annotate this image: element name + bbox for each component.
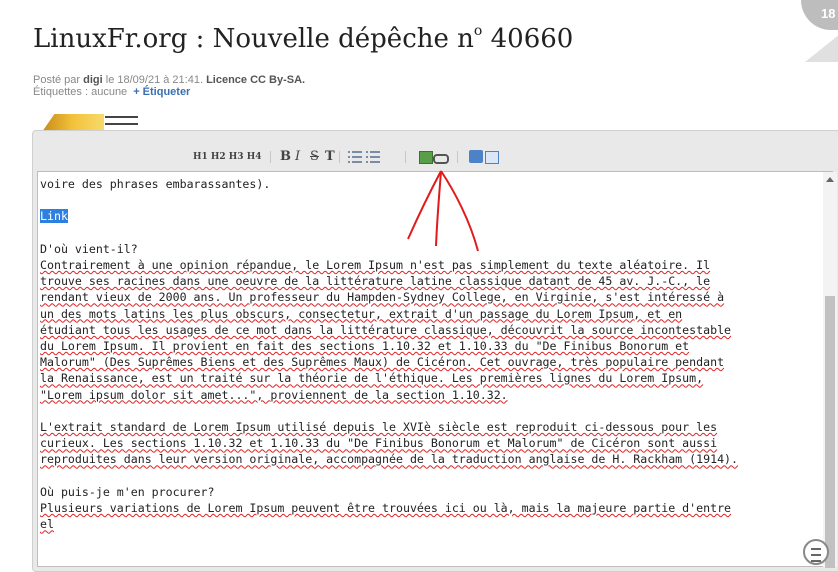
license-link[interactable]: Licence CC By-SA. (206, 74, 305, 86)
text-line: L'extrait standard de Lorem Ipsum utilis… (40, 420, 718, 435)
text-line: rendant vieux de 2000 ans. Un professeur… (40, 290, 725, 305)
text-line: Malorum" (Des Suprêmes Biens et des Supr… (40, 355, 725, 370)
text-line: reproduites dans leur version originale,… (40, 452, 739, 467)
numbered-list-icon[interactable] (366, 151, 380, 163)
content-textarea[interactable]: voire des phrases embarassantes). Link D… (37, 171, 833, 567)
editor-toolbar: H1 H2 H3 H4 B I S T (33, 149, 838, 165)
preview-icon[interactable] (485, 151, 499, 164)
scroll-up-arrow-icon[interactable] (826, 177, 834, 182)
headings-button[interactable]: H1 H2 H3 H4 (193, 149, 261, 165)
italic-button[interactable]: I (295, 149, 300, 165)
strikethrough-button[interactable]: S (310, 149, 319, 165)
selected-text: Link (40, 209, 68, 224)
toolbar-separator (457, 151, 458, 163)
page-title: LinuxFr.org : Nouvelle dépêche no 40660 (33, 23, 574, 54)
bullet-list-icon[interactable] (348, 151, 362, 163)
text-line: la Renaissance, est un traité sur la thé… (40, 371, 704, 386)
chat-icon[interactable] (803, 539, 829, 565)
add-tag-link[interactable]: + Étiqueter (133, 86, 190, 98)
comment-count-badge[interactable]: 18 (801, 0, 838, 30)
toolbar-separator (270, 151, 271, 163)
section-heading: D'où vient-il? (40, 241, 138, 256)
bold-button[interactable]: B (280, 149, 291, 165)
section-heading: Où puis-je m'en procurer? (40, 484, 215, 499)
code-button[interactable]: T (325, 149, 335, 165)
text-line: trouve ses racines dans une oeuvre de la… (40, 274, 711, 289)
text-line: Contrairement à une opinion répandue, le… (40, 258, 711, 273)
author-link[interactable]: digi (83, 74, 103, 86)
posted-prefix: Posté par (33, 74, 84, 86)
badge-fold (805, 30, 838, 62)
text-line: du Lorem Ipsum. Il provient en fait des … (40, 339, 690, 354)
text-line: el (40, 517, 54, 532)
toolbar-separator (405, 151, 406, 163)
text-line: "Lorem ipsum dolor sit amet...", provien… (40, 387, 508, 402)
post-date: le 18/09/21 à 21:41. (102, 74, 207, 86)
comment-count: 18 (821, 6, 836, 21)
text-line: un des mots latins les plus obscurs, con… (40, 306, 683, 321)
text-line: voire des phrases embarassantes). (40, 177, 271, 191)
text-line: étudiant tous les usages de ce mot dans … (40, 322, 732, 337)
text-line: curieux. Les sections 1.10.32 et 1.10.33… (40, 436, 718, 451)
post-meta: Posté par digi le 18/09/21 à 21:41. Lice… (33, 74, 305, 98)
vertical-scrollbar[interactable] (823, 172, 837, 568)
tags-label: Étiquettes : aucune (33, 86, 128, 98)
toolbar-separator (339, 151, 340, 163)
image-icon[interactable] (419, 151, 433, 164)
scroll-thumb[interactable] (825, 296, 835, 568)
link-icon[interactable] (433, 154, 449, 164)
embed-icon[interactable] (469, 150, 483, 163)
text-line: Plusieurs variations de Lorem Ipsum peuv… (40, 501, 732, 516)
